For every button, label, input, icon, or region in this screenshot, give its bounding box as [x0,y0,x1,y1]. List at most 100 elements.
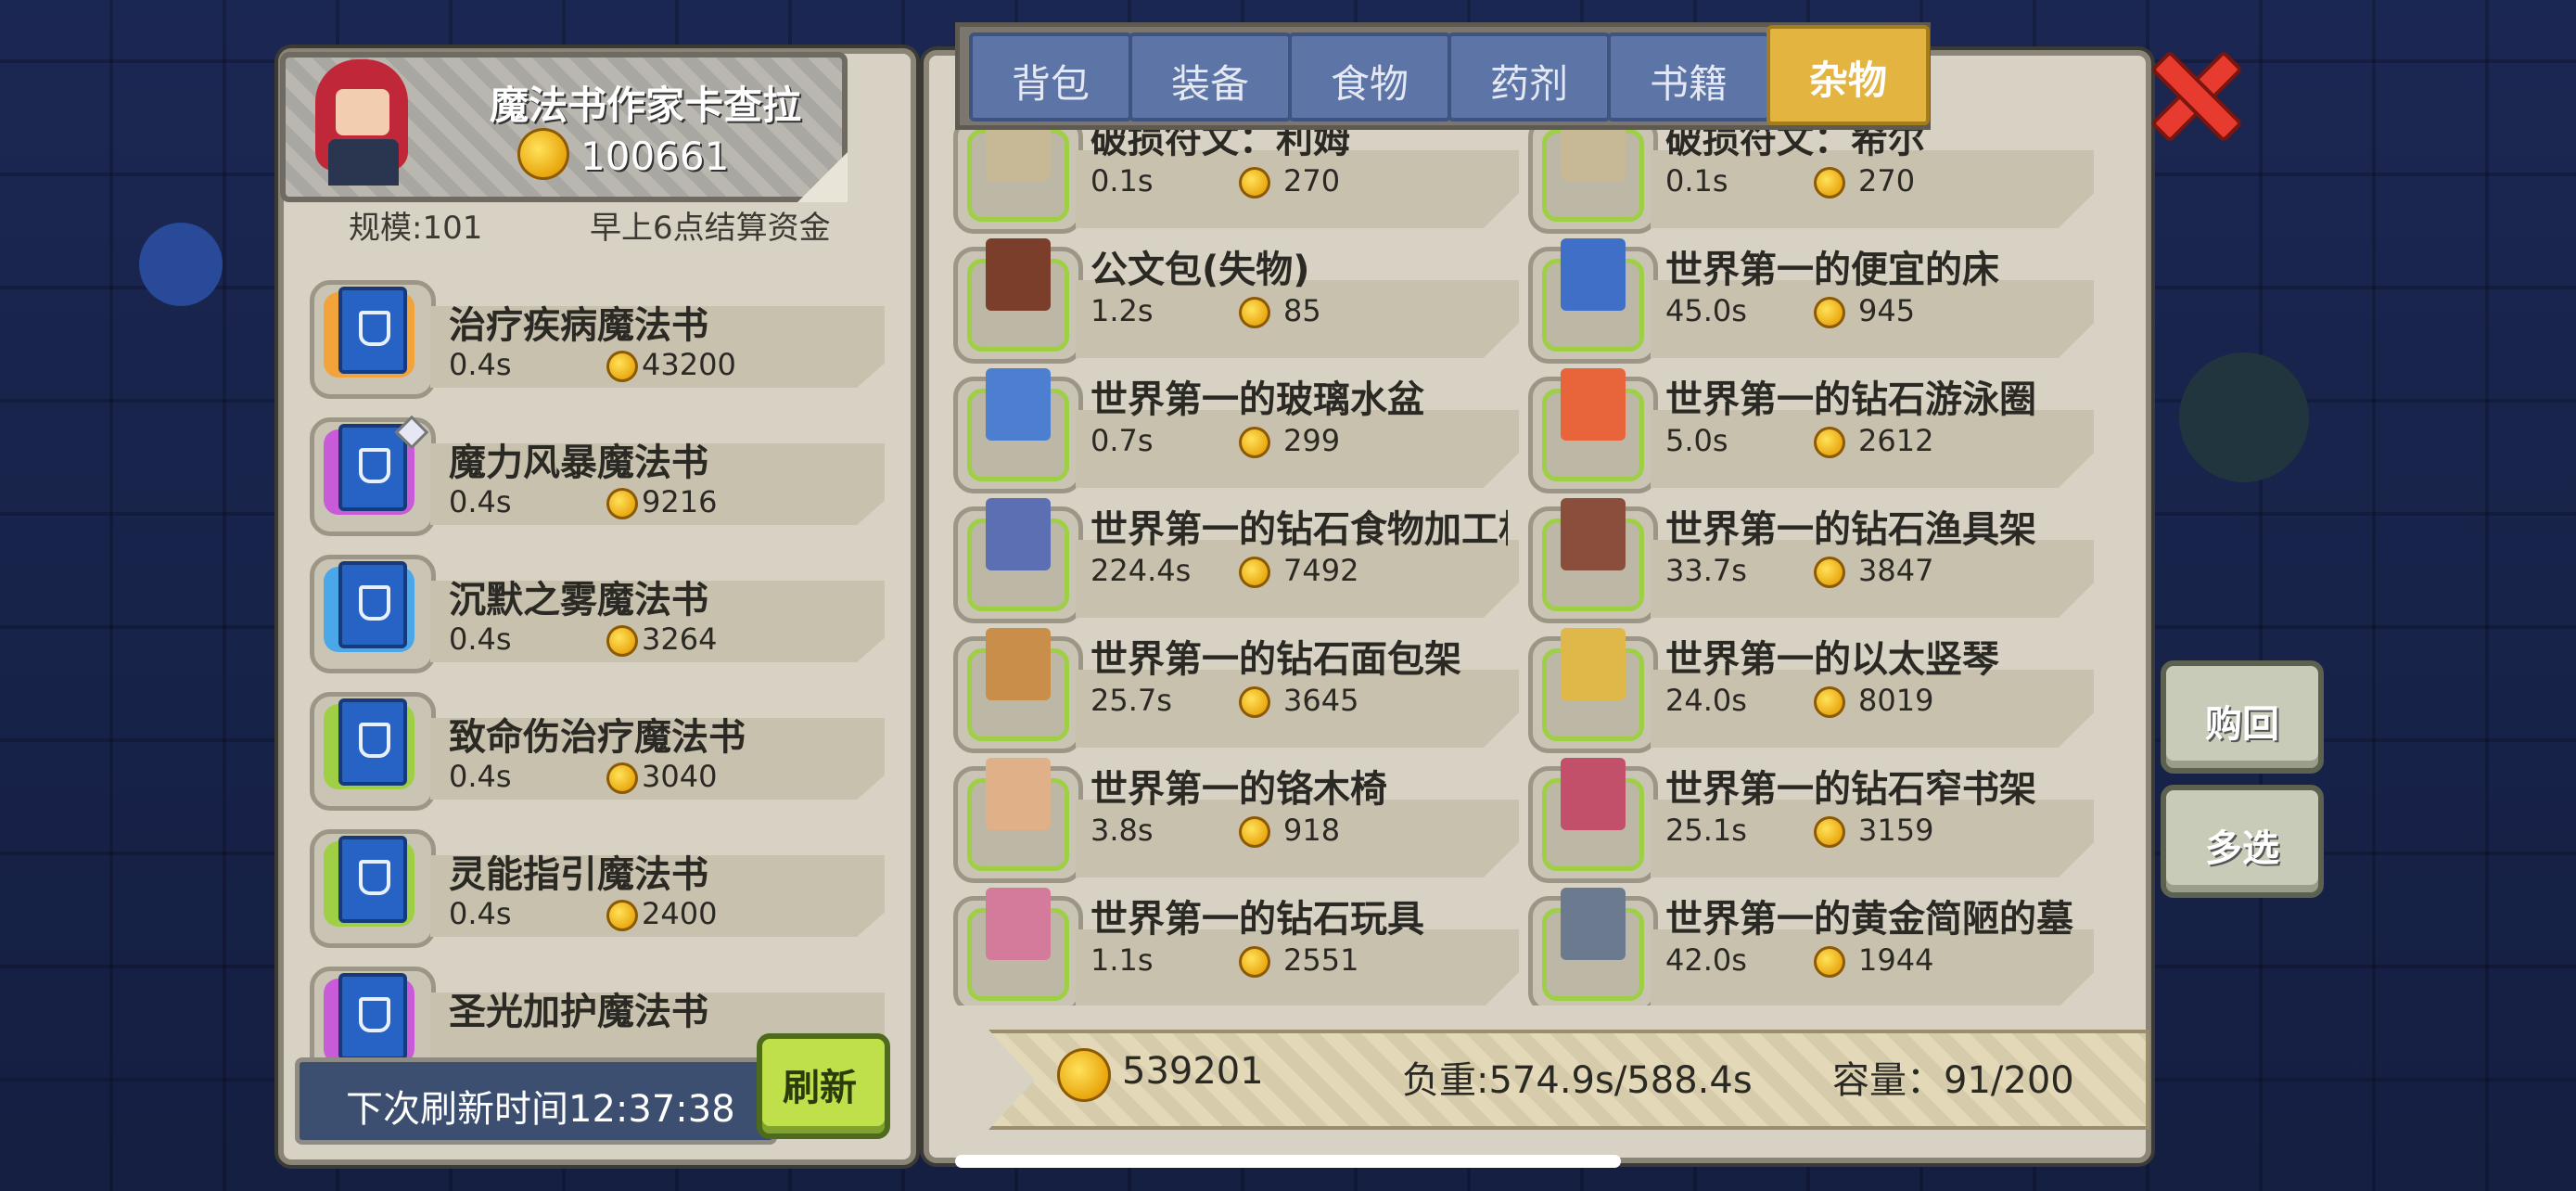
item-name: 世界第一的玻璃水盆 [1090,378,1424,421]
book-list-item[interactable]: 灵能指引魔法书 0.4s 2400 [310,813,885,950]
inventory-item[interactable]: 世界第一的钻石游泳圈 5.0s 2612 [1526,368,2101,501]
inventory-grid[interactable]: 破损符文：利姆 0.1s 270 破损符文：希尔 0.1s 270 公文包(失物… [951,130,2101,1005]
item-price: 2612 [1814,423,1933,458]
inventory-item[interactable]: 世界第一的铬木椅 3.8s 918 [951,758,1526,890]
item-name: 公文包(失物) [1090,249,1310,291]
item-price: 8019 [1814,683,1933,718]
spellbook-icon [338,973,407,1060]
inventory-item[interactable]: 世界第一的钻石玩具 1.1s 2551 [951,888,1526,1005]
book-name: 治疗疾病魔法书 [449,304,708,347]
coin-icon [1814,686,1845,718]
item-time: 0.7s [1090,423,1154,458]
inventory-item[interactable]: 世界第一的钻石窄书架 25.1s 3159 [1526,758,2101,890]
book-slot [310,280,436,399]
item-price: 270 [1814,163,1915,198]
book-slot [310,967,436,1061]
item-price-value: 3159 [1858,813,1934,848]
settle-time: 早上6点结算资金 [590,210,831,247]
inventory-item[interactable]: 世界第一的便宜的床 45.0s 945 [1526,238,2101,371]
book-list-item[interactable]: 治疗疾病魔法书 0.4s 43200 [310,263,885,401]
tab-4[interactable]: 书籍 [1607,32,1770,122]
item-time: 1.2s [1090,293,1154,328]
coin-icon [1814,427,1845,458]
item-time: 224.4s [1090,553,1192,588]
buyback-button[interactable]: 购回 [2161,660,2324,774]
item-time: 5.0s [1665,423,1728,458]
item-price: 85 [1239,293,1321,328]
book-price: 43200 [606,347,736,382]
item-time: 42.0s [1665,942,1747,978]
bookshelf-icon [1561,758,1626,830]
tab-3[interactable]: 药剂 [1447,32,1611,122]
item-slot [1528,758,1658,883]
item-name: 世界第一的以太竖琴 [1665,638,1999,681]
inventory-item[interactable]: 世界第一的钻石面包架 25.7s 3645 [951,628,1526,761]
tab-0[interactable]: 背包 [969,32,1132,122]
spellbook-icon [338,424,407,511]
multiselect-button[interactable]: 多选 [2161,785,2324,898]
refresh-button[interactable]: 刷新 [757,1033,890,1139]
book-slot [310,829,436,948]
home-indicator[interactable] [955,1155,1621,1168]
tab-2[interactable]: 食物 [1288,32,1451,122]
teddy-bear-icon [986,888,1051,960]
item-time: 25.7s [1090,683,1172,718]
inventory-item[interactable]: 破损符文：希尔 0.1s 270 [1526,130,2101,241]
coin-icon [1239,167,1270,198]
inventory-item[interactable]: 公文包(失物) 1.2s 85 [951,238,1526,371]
coin-icon [606,625,638,657]
book-slot [310,692,436,811]
item-slot [953,888,1083,1005]
book-price-value: 9216 [642,484,718,519]
item-name: 世界第一的钻石食物加工机 [1090,508,1508,551]
avatar [308,50,419,189]
coin-icon [1814,167,1845,198]
inventory-item[interactable]: 世界第一的钻石渔具架 33.7s 3847 [1526,498,2101,631]
inventory-item[interactable]: 世界第一的玻璃水盆 0.7s 299 [951,368,1526,501]
tombstone-icon [1561,888,1626,960]
inventory-item[interactable]: 世界第一的黄金简陋的墓 42.0s 1944 [1526,888,2101,1005]
coin-icon [606,762,638,794]
item-name: 世界第一的钻石玩具 [1090,898,1424,941]
item-price-value: 3645 [1283,683,1359,718]
item-slot [953,130,1083,234]
chair-icon [986,758,1051,830]
item-price-value: 270 [1858,163,1916,198]
item-price-value: 945 [1858,293,1916,328]
item-price: 299 [1239,423,1340,458]
item-price-value: 7492 [1283,553,1359,588]
bed-icon [1561,238,1626,311]
tab-5[interactable]: 杂物 [1766,25,1930,125]
refresh-timer: 下次刷新时间12:37:38 [295,1057,777,1145]
item-time: 24.0s [1665,683,1747,718]
coin-icon [1239,946,1270,978]
book-price: 3040 [606,759,717,794]
tab-label: 杂物 [1808,58,1887,103]
inventory-item[interactable]: 破损符文：利姆 0.1s 270 [951,130,1526,241]
spellbook-icon [338,561,407,648]
item-time: 33.7s [1665,553,1747,588]
rune-icon [986,130,1051,181]
close-icon[interactable] [2149,48,2231,137]
tab-label: 装备 [1170,61,1249,107]
book-list-item[interactable]: 致命伤治疗魔法书 0.4s 3040 [310,675,885,813]
item-price-value: 85 [1283,293,1321,328]
item-time: 0.1s [1665,163,1728,198]
book-list-item[interactable]: 沉默之雾魔法书 0.4s 3264 [310,538,885,675]
book-slot [310,555,436,673]
item-name: 破损符文：利姆 [1090,130,1350,161]
inventory-item[interactable]: 世界第一的以太竖琴 24.0s 8019 [1526,628,2101,761]
inventory-item[interactable]: 世界第一的钻石食物加工机 224.4s 7492 [951,498,1526,631]
book-list-item[interactable]: 魔力风暴魔法书 0.4s 9216 [310,401,885,538]
book-list[interactable]: 治疗疾病魔法书 0.4s 43200 魔力风暴魔法书 0.4s 9216 沉默之… [310,263,885,1061]
tab-1[interactable]: 装备 [1129,32,1292,122]
item-slot [1528,238,1658,364]
shop-panel: 魔法书作家卡查拉 100661 规模:101 早上6点结算资金 治疗疾病魔法书 … [278,48,916,1165]
item-slot [953,628,1083,753]
tab-label: 背包 [1011,61,1090,107]
rune-icon [1561,130,1626,181]
item-slot [953,238,1083,364]
spellbook-icon [338,287,407,374]
inventory-tabs: 背包 装备 食物 药剂 书籍 杂物 [955,22,1931,130]
book-name: 灵能指引魔法书 [449,853,708,896]
